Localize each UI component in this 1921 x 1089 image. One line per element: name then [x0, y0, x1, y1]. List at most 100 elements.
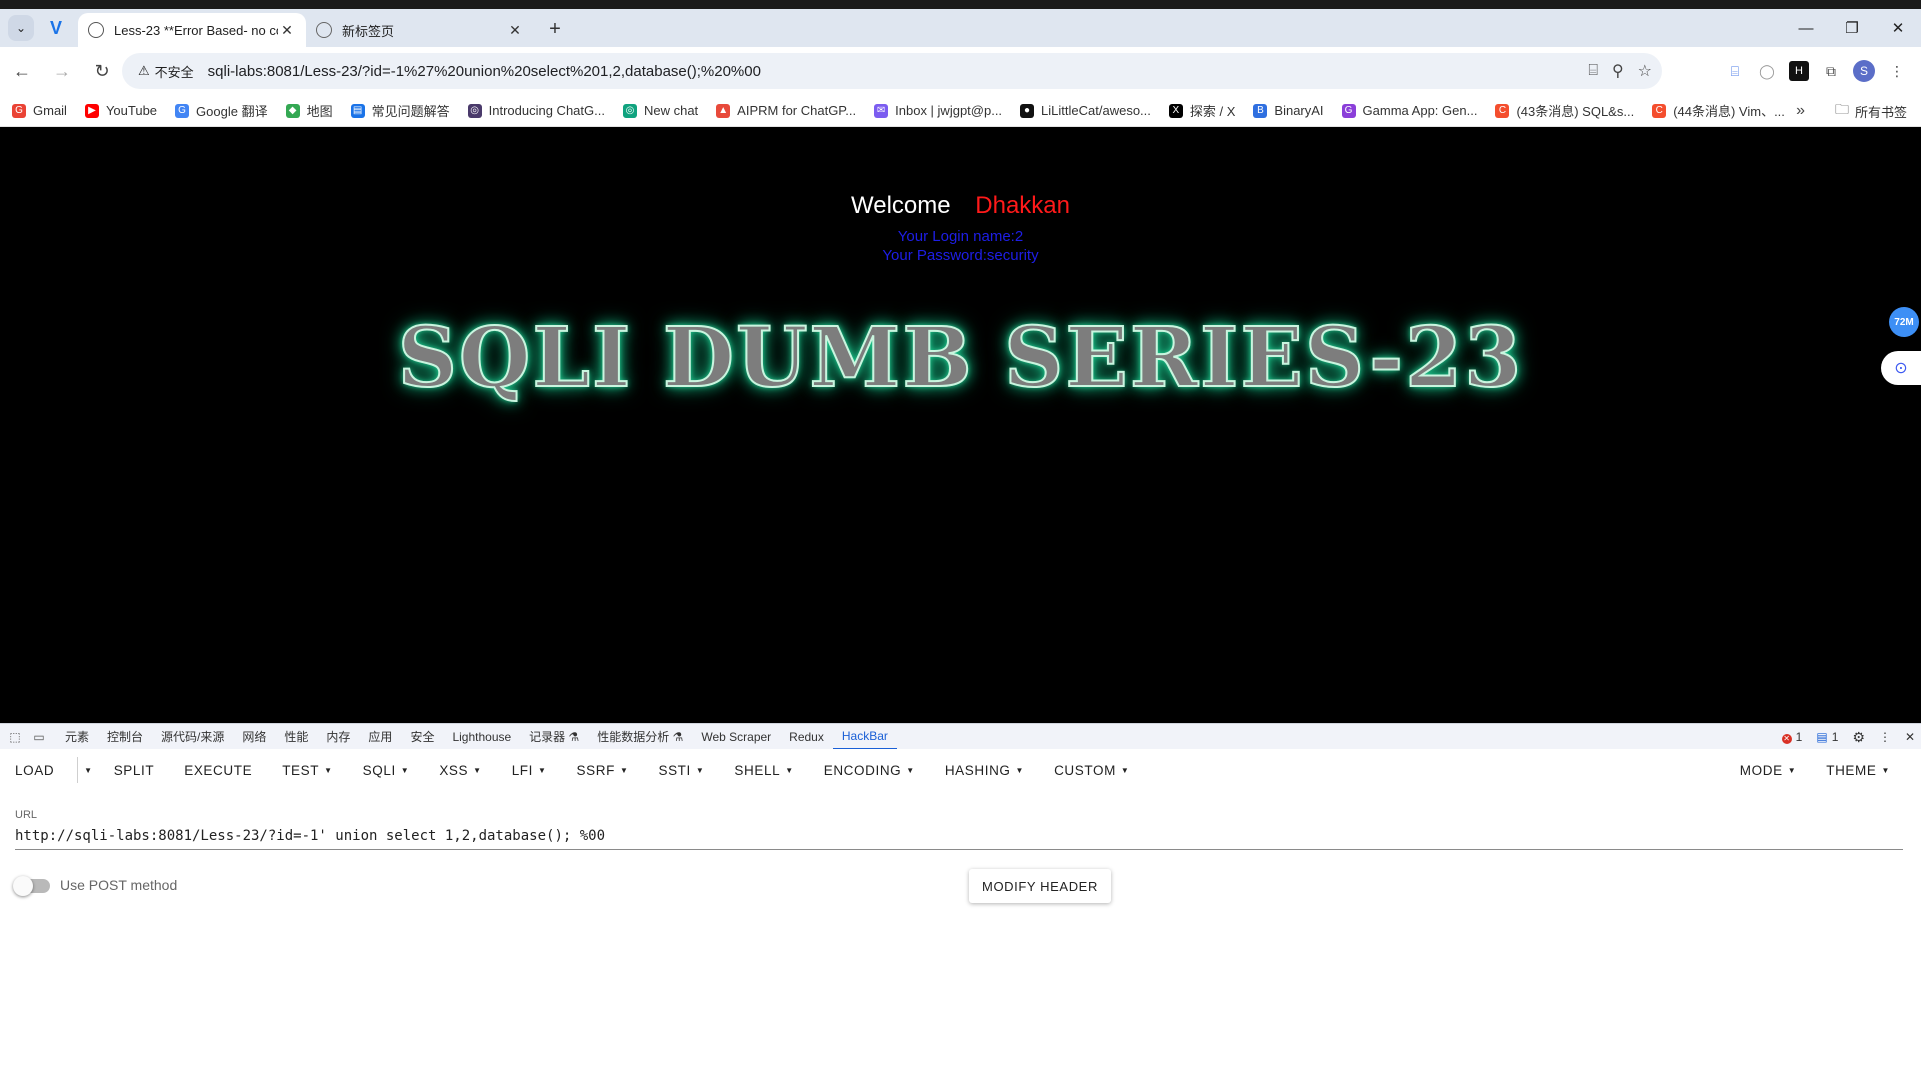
address-bar[interactable]: ⚠ 不安全 sqli-labs:8081/Less-23/?id=-1%27%2… — [122, 53, 1662, 89]
bookmark-label: LiLittleCat/aweso... — [1041, 103, 1151, 118]
back-icon[interactable]: ← — [4, 53, 40, 89]
devtools-tab[interactable]: 记录器 ⚗ — [520, 724, 588, 750]
devtools-tab[interactable]: 内存 — [317, 724, 359, 750]
forward-icon[interactable]: → — [44, 53, 80, 89]
settings-gear-icon[interactable]: ⚙ — [1852, 729, 1865, 746]
circle-extension-icon[interactable]: ◯ — [1757, 61, 1777, 81]
url-input[interactable]: http://sqli-labs:8081/Less-23/?id=-1' un… — [15, 826, 1903, 850]
hackbar-split-button[interactable]: SPLIT — [99, 749, 170, 791]
bookmark-item[interactable]: ◎ Introducing ChatG... — [467, 103, 605, 118]
devtools-close-icon[interactable]: ✕ — [1905, 730, 1915, 744]
restore-icon[interactable]: ❐ — [1829, 9, 1875, 47]
close-icon[interactable]: ✕ — [506, 22, 524, 39]
url-text[interactable]: sqli-labs:8081/Less-23/?id=-1%27%20union… — [208, 63, 761, 80]
bookmark-item[interactable]: ◎ New chat — [622, 103, 699, 118]
hackbar-lfi-button[interactable]: LFI ▼ — [497, 749, 562, 791]
hackbar-encoding-button[interactable]: ENCODING ▼ — [809, 749, 930, 791]
devtools-tab[interactable]: 应用 — [359, 724, 401, 750]
hackbar-theme-button[interactable]: THEME ▼ — [1811, 749, 1905, 791]
hackbar-shell-button[interactable]: SHELL ▼ — [719, 749, 808, 791]
devtools-tab[interactable]: 性能 — [275, 724, 317, 750]
extensions-puzzle-icon[interactable]: ⧉ — [1821, 61, 1841, 81]
bookmark-item[interactable]: G Gmail — [12, 103, 67, 118]
hackbar-extension-icon[interactable]: H — [1789, 61, 1809, 81]
caret-down-icon: ▼ — [538, 765, 547, 775]
devtools-more-icon[interactable]: ⋮ — [1879, 730, 1891, 744]
hackbar-menu-label: SSTI — [658, 762, 691, 778]
hackbar-custom-button[interactable]: CUSTOM ▼ — [1039, 749, 1144, 791]
bookmark-favicon-icon: ✉ — [874, 103, 889, 118]
hackbar-hashing-button[interactable]: HASHING ▼ — [930, 749, 1039, 791]
bookmark-item[interactable]: C (43条消息) SQL&s... — [1495, 101, 1634, 120]
reload-icon[interactable]: ↻ — [84, 53, 120, 89]
hackbar-load-button[interactable]: LOAD — [0, 749, 69, 791]
devtools-tab[interactable]: 源代码/来源 — [152, 724, 233, 750]
tab-newtab[interactable]: 新标签页 ✕ — [306, 13, 534, 47]
close-window-icon[interactable]: ✕ — [1875, 9, 1921, 47]
devtools-tab[interactable]: 网络 — [233, 724, 275, 750]
zoom-icon[interactable]: ⚲ — [1612, 61, 1624, 81]
devtools-tab[interactable]: Web Scraper — [692, 724, 780, 750]
hackbar-ssrf-button[interactable]: SSRF ▼ — [562, 749, 644, 791]
hackbar-execute-button[interactable]: EXECUTE — [169, 749, 267, 791]
hackbar-test-button[interactable]: TEST ▼ — [267, 749, 347, 791]
device-toolbar-icon[interactable]: ▭ — [30, 730, 48, 744]
bookmark-item[interactable]: ◆ 地图 — [285, 101, 333, 120]
translate-icon[interactable]: ⌸ — [1588, 62, 1598, 80]
new-tab-button[interactable]: + — [540, 14, 570, 44]
message-count[interactable]: ▤ 1 — [1816, 730, 1838, 744]
bookmark-item[interactable]: B BinaryAI — [1253, 103, 1324, 118]
bookmark-item[interactable]: ▤ 常见问题解答 — [350, 101, 450, 120]
translate-extension-icon[interactable]: ⌸ — [1725, 61, 1745, 81]
bookmark-star-icon[interactable]: ☆ — [1638, 61, 1652, 81]
hackbar-xss-button[interactable]: XSS ▼ — [424, 749, 496, 791]
bookmark-favicon-icon: ▤ — [350, 103, 365, 118]
bookmark-item[interactable]: G Google 翻译 — [175, 101, 268, 120]
bookmark-item[interactable]: G Gamma App: Gen... — [1341, 103, 1477, 118]
bookmark-item[interactable]: ● LiLittleCat/aweso... — [1020, 103, 1151, 118]
bookmark-label: 常见问题解答 — [371, 104, 450, 119]
user-name: Dhakkan — [975, 192, 1070, 219]
assistant-bot-icon[interactable]: ⊙ — [1881, 351, 1921, 385]
hackbar-menu-label: ENCODING — [823, 762, 902, 778]
error-count[interactable]: ✕ 1 — [1781, 730, 1802, 744]
side-badge[interactable]: 72M — [1889, 307, 1919, 337]
load-options-caret-icon[interactable]: ▼ — [69, 749, 99, 791]
hackbar-ssti-button[interactable]: SSTI ▼ — [643, 749, 719, 791]
all-bookmarks[interactable]: 🗀 所有书签 — [1835, 95, 1907, 127]
modify-header-button[interactable]: MODIFY HEADER — [969, 869, 1111, 903]
bookmark-item[interactable]: ▶ YouTube — [84, 103, 157, 118]
hackbar-menu: LOAD ▼ SPLIT EXECUTE TEST ▼ SQLI ▼ XSS ▼ LFI ▼ SSRF ▼… — [0, 749, 1921, 791]
bookmark-label: 地图 — [306, 104, 333, 119]
close-icon[interactable]: ✕ — [278, 22, 296, 39]
all-bookmarks-label: 所有书签 — [1854, 104, 1907, 120]
devtools-tab[interactable]: 元素 — [56, 724, 98, 750]
hackbar-mode-button[interactable]: MODE ▼ — [1725, 749, 1811, 791]
bookmark-favicon-icon: ◎ — [622, 103, 637, 118]
devtools-tab[interactable]: Lighthouse — [443, 724, 520, 750]
vpn-extension-icon[interactable]: V — [42, 14, 70, 42]
minimize-icon[interactable]: — — [1783, 9, 1829, 47]
devtools-tab[interactable]: Redux — [780, 724, 833, 750]
devtools-tab[interactable]: 安全 — [401, 724, 443, 750]
post-method-toggle[interactable] — [13, 876, 50, 896]
inspect-element-icon[interactable]: ⬚ — [6, 730, 24, 744]
bookmark-label: Inbox | jwjgpt@p... — [895, 103, 1003, 118]
tab-search-button[interactable]: ⌄ — [8, 15, 34, 41]
devtools-tab[interactable]: 控制台 — [98, 724, 152, 750]
bookmark-item[interactable]: ▲ AIPRM for ChatGP... — [716, 103, 856, 118]
bookmark-label: New chat — [643, 103, 699, 118]
bookmark-item[interactable]: X 探索 / X — [1168, 101, 1235, 120]
devtools-tab[interactable]: HackBar — [832, 724, 897, 750]
devtools-tab-bar: ⬚ ▭ 元素 控制台 源代码/来源 网络 性能 内存 应用 安全 Lighthouse 记录器 ⚗… — [0, 723, 1921, 750]
bookmark-item[interactable]: ✉ Inbox | jwjgpt@p... — [874, 103, 1002, 118]
security-indicator[interactable]: ⚠ 不安全 — [130, 58, 202, 84]
bookmark-item[interactable]: C (44条消息) Vim、... — [1652, 101, 1785, 120]
bookmark-favicon-icon: C — [1652, 103, 1667, 118]
tab-active[interactable]: Less-23 **Error Based- no co ✕ — [78, 13, 306, 47]
avatar[interactable]: S — [1853, 60, 1875, 82]
more-menu-icon[interactable]: ⋮ — [1887, 61, 1907, 81]
bookmarks-overflow-icon[interactable]: » — [1796, 95, 1805, 127]
devtools-tab[interactable]: 性能数据分析 ⚗ — [588, 724, 692, 750]
hackbar-sqli-button[interactable]: SQLI ▼ — [348, 749, 425, 791]
